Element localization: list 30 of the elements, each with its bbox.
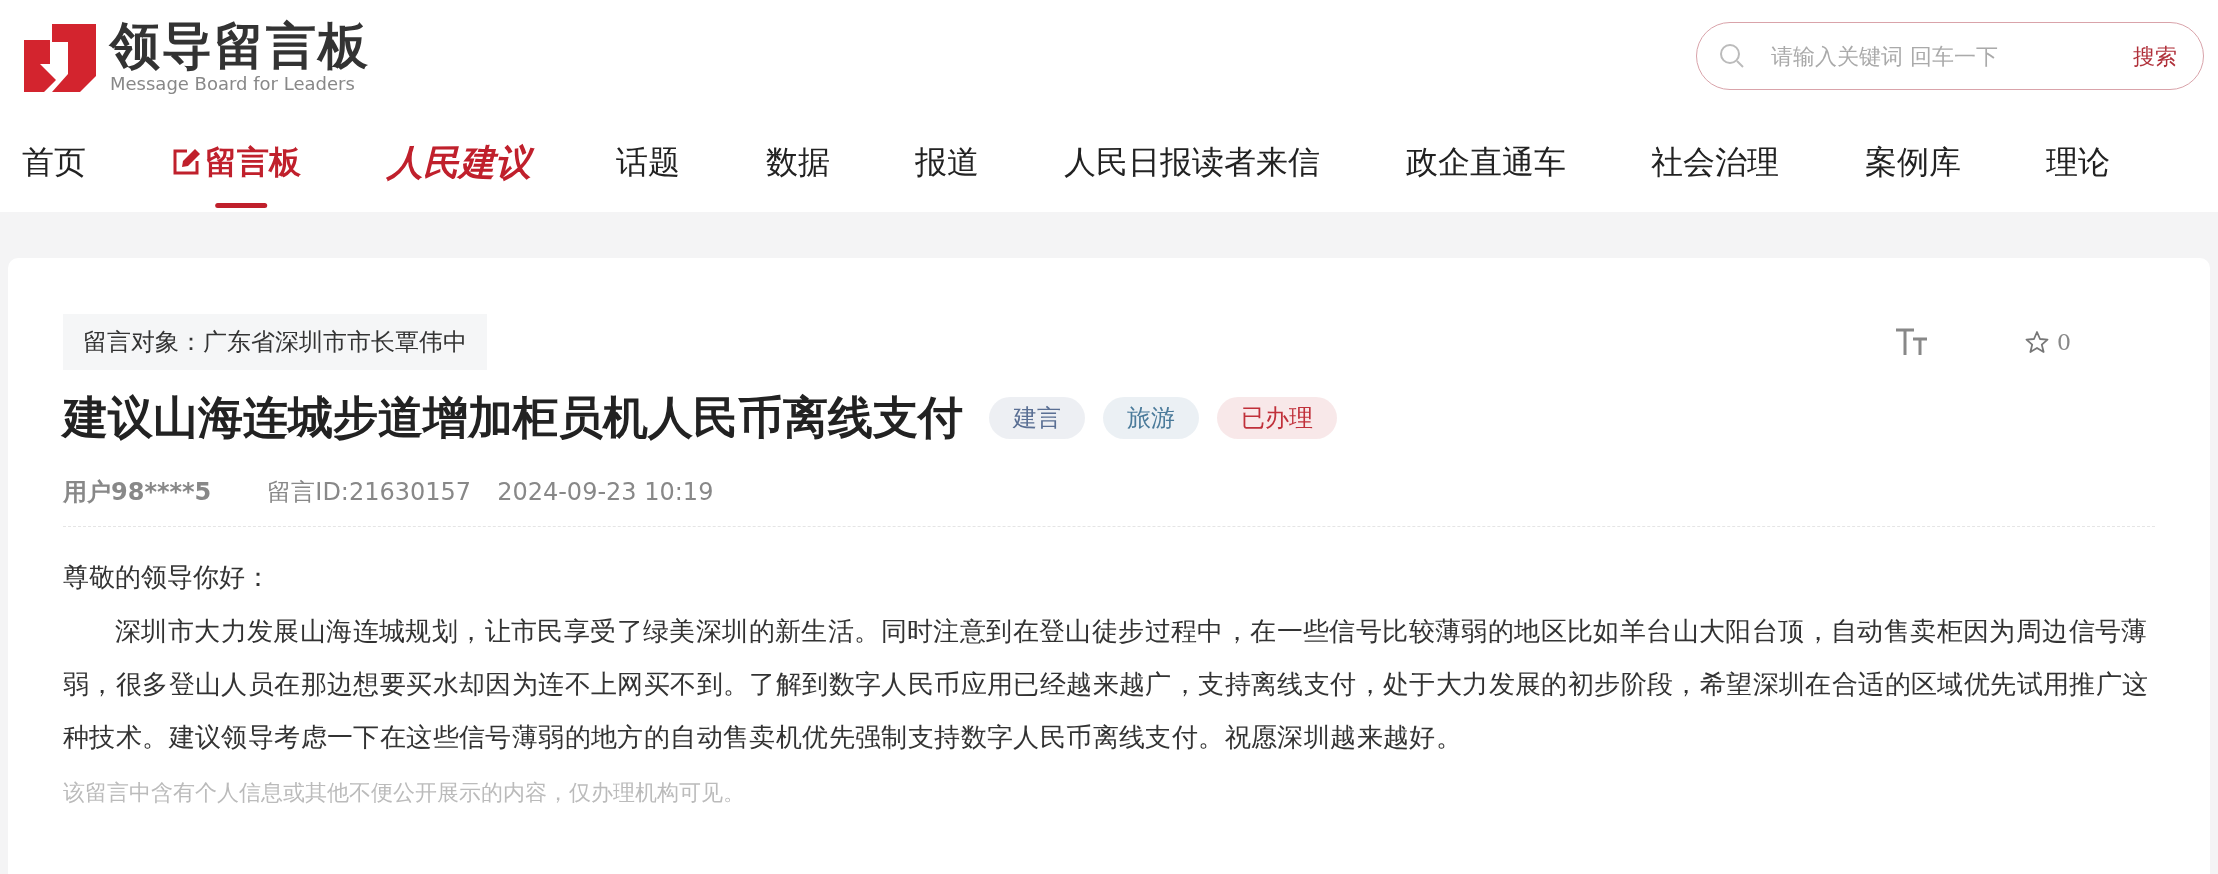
- search-button[interactable]: 搜索: [2133, 39, 2177, 73]
- nav-tab[interactable]: 案例库: [1864, 112, 1961, 212]
- star-icon[interactable]: [2025, 330, 2049, 354]
- username: 用户98****5: [63, 476, 212, 508]
- message-target: 留言对象：广东省深圳市市长覃伟中: [63, 314, 487, 370]
- privacy-note: 该留言中含有个人信息或其他不便公开展示的内容，仅办理机构可见。: [63, 778, 746, 807]
- tag: 旅游: [1103, 396, 1199, 439]
- edit-icon: [171, 147, 202, 177]
- message-time: 2024-09-23 10:19: [497, 476, 714, 508]
- message-title: 建议山海连城步道增加柜员机人民币离线支付: [63, 390, 963, 446]
- nav-tab[interactable]: 首页: [22, 112, 86, 212]
- favorite-count: 0: [2057, 328, 2071, 357]
- greeting: 尊敬的领导你好：: [63, 560, 272, 594]
- nav-tab[interactable]: 报道: [914, 112, 979, 212]
- logo-subtitle: Message Board for Leaders: [110, 74, 356, 94]
- nav-tab[interactable]: 人民日报读者来信: [1064, 112, 1321, 212]
- nav-tab[interactable]: 理论: [2045, 112, 2110, 212]
- message-id: 留言ID:21630157: [267, 476, 472, 508]
- tag: 已办理: [1217, 396, 1337, 439]
- nav-tab[interactable]: 社会治理: [1651, 112, 1780, 212]
- font-size-icon: [1895, 328, 1929, 356]
- logo-title: 领导留言板: [110, 18, 370, 74]
- nav-tab[interactable]: 话题: [616, 112, 681, 212]
- search-icon: [1719, 43, 1745, 69]
- tag: 建言: [989, 396, 1085, 439]
- nav-tab[interactable]: 留言板: [171, 112, 302, 212]
- nav-tab[interactable]: 政企直通车: [1405, 112, 1566, 212]
- message-body: 深圳市大力发展山海连城规划，让市民享受了绿美深圳的新生活。同时注意到在登山徒步过程中，在一些信号比较薄弱的地区比如羊台山大阳台顶，自动售卖柜因为周边信号薄弱，很多登山人员在那边想要买水却因为连不上网买不到。了解到数字人民币应用已经越来越广，支持离线支付，处于大力发展的初步阶段，希望深圳在合适的区域优先试用推广这种技术。建议领导考虑一下在这些信号薄弱的地方的自动售卖机优先强制支持数字人民币离线支付。祝愿深圳越来越好。: [63, 614, 2150, 754]
- nav-tab[interactable]: 数据: [765, 112, 830, 212]
- active-underline: [215, 203, 268, 208]
